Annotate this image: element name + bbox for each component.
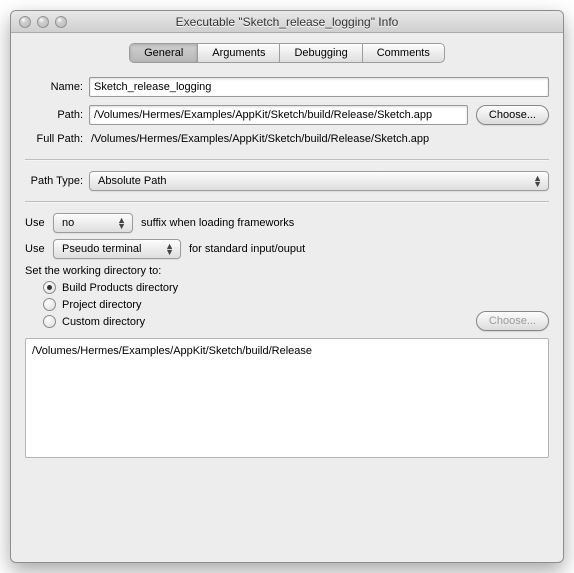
use-label-2: Use [25,243,53,255]
path-type-select[interactable]: Absolute Path ▲▼ [89,171,549,191]
name-field[interactable] [89,77,549,97]
path-type-value: Absolute Path [98,175,167,187]
radio-icon [43,298,56,311]
name-label: Name: [25,81,89,93]
suffix-text: suffix when loading frameworks [141,217,294,229]
radio-icon [43,315,56,328]
radio-build-products[interactable]: Build Products directory [43,281,476,294]
suffix-value: no [62,217,74,229]
path-field[interactable] [89,105,468,125]
radio-icon [43,281,56,294]
path-label: Path: [25,109,89,121]
radio-custom-dir[interactable]: Custom directory [43,315,476,328]
chevron-updown-icon: ▲▼ [533,175,542,187]
tab-comments[interactable]: Comments [363,44,444,62]
separator-2 [25,201,549,203]
set-workdir-label: Set the working directory to: [25,265,549,277]
use-label-1: Use [25,217,53,229]
tab-debugging[interactable]: Debugging [280,44,362,62]
close-icon[interactable] [19,16,31,28]
full-path-label: Full Path: [25,133,89,145]
tab-general[interactable]: General [130,44,198,62]
radio-project-dir-label: Project directory [62,299,141,311]
workdir-path-box: /Volumes/Hermes/Examples/AppKit/Sketch/b… [25,338,549,458]
path-type-label: Path Type: [25,175,89,187]
general-panel: Name: Path: Choose... Full Path: /Volume… [11,71,563,562]
stdio-select[interactable]: Pseudo terminal ▲▼ [53,239,181,259]
choose-workdir-button[interactable]: Choose... [476,311,549,331]
radio-custom-dir-label: Custom directory [62,316,145,328]
radio-build-products-label: Build Products directory [62,282,178,294]
minimize-icon[interactable] [37,16,49,28]
full-path-value: /Volumes/Hermes/Examples/AppKit/Sketch/b… [89,133,429,145]
radio-project-dir[interactable]: Project directory [43,298,476,311]
choose-path-button[interactable]: Choose... [476,105,549,125]
info-window: Executable "Sketch_release_logging" Info… [10,10,564,563]
zoom-icon[interactable] [55,16,67,28]
separator-1 [25,159,549,161]
traffic-lights [19,16,67,28]
tabbar: General Arguments Debugging Comments [11,33,563,71]
chevron-updown-icon: ▲▼ [165,243,174,255]
window-title: Executable "Sketch_release_logging" Info [11,15,563,29]
chevron-updown-icon: ▲▼ [117,217,126,229]
titlebar: Executable "Sketch_release_logging" Info [11,11,563,33]
stdio-value: Pseudo terminal [62,243,142,255]
stdio-text: for standard input/ouput [189,243,305,255]
suffix-select[interactable]: no ▲▼ [53,213,133,233]
tab-segmented-control: General Arguments Debugging Comments [129,43,445,63]
workdir-path-value: /Volumes/Hermes/Examples/AppKit/Sketch/b… [32,345,312,357]
tab-arguments[interactable]: Arguments [198,44,280,62]
